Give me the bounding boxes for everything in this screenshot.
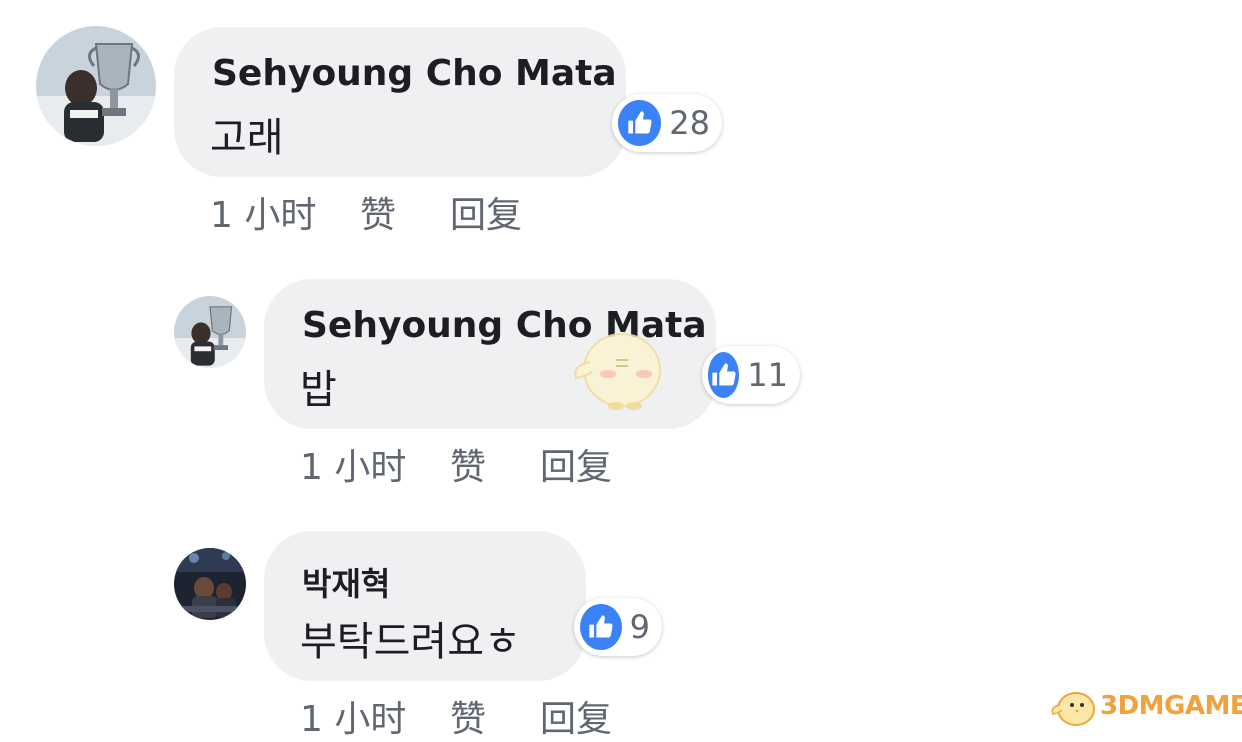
reply-link[interactable]: 回复: [450, 186, 522, 238]
like-link[interactable]: 赞: [360, 186, 450, 238]
reaction-count: 11: [747, 356, 788, 394]
reaction-summary[interactable]: 9: [574, 598, 662, 656]
avatar[interactable]: [174, 296, 246, 368]
avatar[interactable]: [174, 548, 246, 620]
comment-bubble[interactable]: Sehyoung Cho Mata 고래: [174, 27, 626, 177]
comment-author[interactable]: 박재혁: [302, 559, 390, 605]
avatar[interactable]: [36, 26, 156, 146]
avatar-trophy-image: [174, 296, 246, 368]
reaction-summary[interactable]: 11: [702, 346, 800, 404]
comment-timestamp[interactable]: 1 小时: [300, 690, 450, 742]
comment-actions: 1 小时 赞 回复: [210, 186, 522, 238]
avatar-trophy-image: [36, 26, 156, 146]
thumbs-up-icon: [580, 604, 622, 650]
avatar-stage-image: [174, 548, 246, 620]
watermark-logo: 3DMGAME: [1050, 685, 1242, 727]
reply-link[interactable]: 回复: [540, 438, 612, 490]
chick-watermark-icon: [574, 333, 661, 410]
reaction-count: 28: [669, 104, 710, 142]
thumbs-up-icon: [708, 352, 740, 398]
like-link[interactable]: 赞: [450, 438, 540, 490]
thumbs-up-icon: [618, 100, 662, 146]
comment-author[interactable]: Sehyoung Cho Mata: [212, 53, 617, 94]
reply-link[interactable]: 回复: [540, 690, 612, 742]
comment-timestamp[interactable]: 1 小时: [210, 186, 360, 238]
comment-actions: 1 小时 赞 回复: [300, 438, 612, 490]
comment-bubble[interactable]: 박재혁 부탁드려요ㅎ: [264, 531, 586, 681]
watermark-text: 3DMGAME: [1100, 691, 1242, 721]
comment-timestamp[interactable]: 1 小时: [300, 438, 450, 490]
chick-logo-icon: [1051, 692, 1095, 726]
comment-actions: 1 小时 赞 回复: [300, 690, 612, 742]
comment-text: 고래: [210, 115, 284, 161]
reaction-count: 9: [629, 608, 650, 646]
like-link[interactable]: 赞: [450, 690, 540, 742]
reaction-summary[interactable]: 28: [612, 94, 722, 152]
comment-text: 밥: [300, 367, 337, 413]
comment-text: 부탁드려요ㅎ: [300, 619, 521, 665]
